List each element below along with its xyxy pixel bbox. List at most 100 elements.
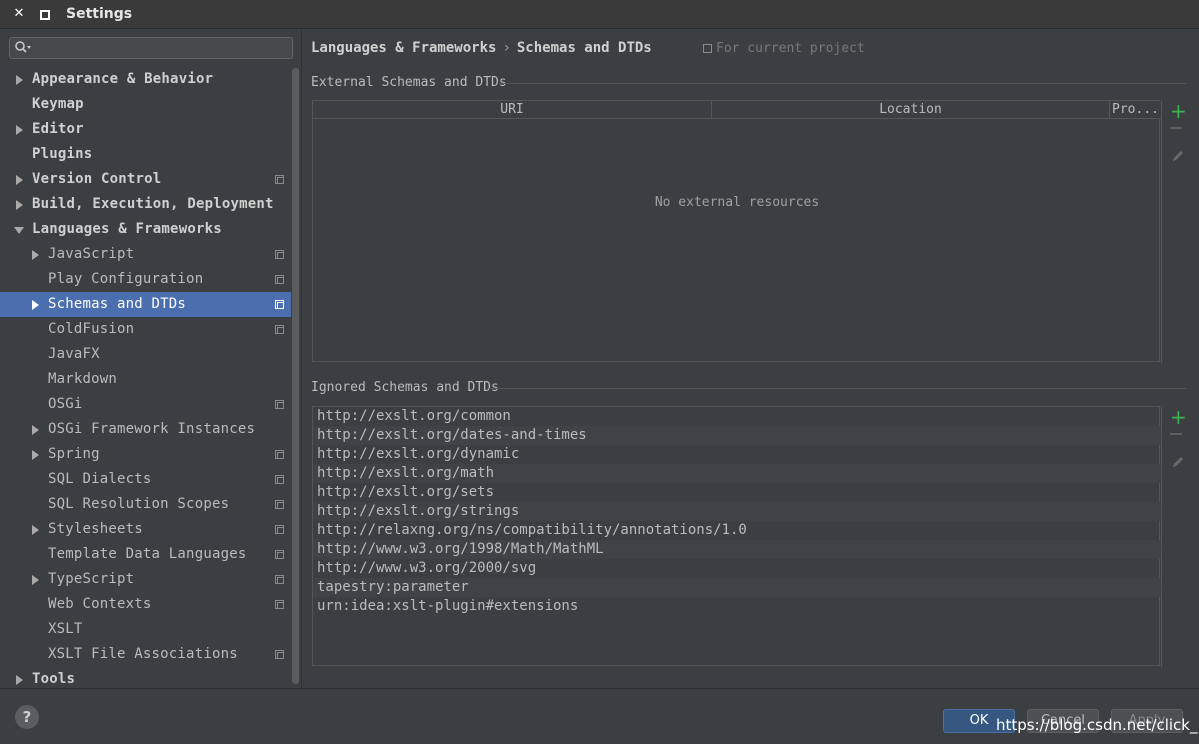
sidebar-item-label: Build, Execution, Deployment bbox=[32, 196, 274, 212]
external-table-header: URI Location Pro... bbox=[313, 101, 1161, 119]
list-item[interactable]: http://exslt.org/common bbox=[313, 407, 1161, 426]
external-table-toolbar: + bbox=[1161, 101, 1193, 363]
search-icon[interactable] bbox=[14, 40, 32, 56]
sidebar-item[interactable]: Plugins bbox=[0, 142, 300, 167]
external-section-divider bbox=[499, 83, 1186, 84]
sidebar-item[interactable]: OSGi bbox=[0, 392, 300, 417]
project-scope-icon bbox=[275, 550, 284, 559]
list-item[interactable]: tapestry:parameter bbox=[313, 578, 1161, 597]
ignored-resources-list[interactable]: http://exslt.org/common http://exslt.org/… bbox=[312, 406, 1193, 667]
project-scope-icon bbox=[275, 600, 284, 609]
sidebar-item[interactable]: XSLT File Associations bbox=[0, 642, 300, 667]
sidebar-item[interactable]: Keymap bbox=[0, 92, 300, 117]
remove-icon[interactable] bbox=[1170, 433, 1182, 435]
list-item[interactable]: urn:idea:xslt-plugin#extensions bbox=[313, 597, 1161, 616]
breadcrumb-parent[interactable]: Languages & Frameworks bbox=[311, 40, 496, 56]
chevron-right-icon[interactable] bbox=[16, 125, 23, 135]
chevron-right-icon[interactable] bbox=[16, 200, 23, 210]
breadcrumb-current: Schemas and DTDs bbox=[516, 40, 652, 56]
sidebar-item[interactable]: Editor bbox=[0, 117, 300, 142]
sidebar-item-label: Languages & Frameworks bbox=[32, 221, 222, 237]
chevron-right-icon[interactable] bbox=[32, 425, 39, 435]
project-scope-icon bbox=[275, 525, 284, 534]
chevron-right-icon[interactable] bbox=[32, 575, 39, 585]
sidebar-item[interactable]: Markdown bbox=[0, 367, 300, 392]
list-item[interactable]: http://exslt.org/dynamic bbox=[313, 445, 1161, 464]
sidebar-item[interactable]: TypeScript bbox=[0, 567, 300, 592]
project-scope-icon bbox=[703, 44, 712, 53]
sidebar-item-label: Version Control bbox=[32, 171, 162, 187]
sidebar-item[interactable]: ColdFusion bbox=[0, 317, 300, 342]
chevron-right-icon[interactable] bbox=[32, 450, 39, 460]
tree-scrollbar-thumb[interactable] bbox=[292, 68, 299, 684]
list-item[interactable]: http://exslt.org/dates-and-times bbox=[313, 426, 1161, 445]
chevron-down-icon[interactable] bbox=[14, 227, 24, 234]
ignored-list-toolbar: + bbox=[1161, 407, 1193, 667]
chevron-right-icon[interactable] bbox=[32, 250, 39, 260]
close-icon[interactable]: ✕ bbox=[11, 6, 27, 22]
project-scope-icon bbox=[275, 500, 284, 509]
scope-hint: For current project bbox=[703, 41, 865, 56]
list-item[interactable]: http://www.w3.org/1998/Math/MathML bbox=[313, 540, 1161, 559]
sidebar-item-label: Keymap bbox=[32, 96, 84, 112]
sidebar-item[interactable]: Web Contexts bbox=[0, 592, 300, 617]
watermark-text: https://blog.csdn.net/click_1 bbox=[996, 716, 1199, 734]
column-uri[interactable]: URI bbox=[313, 101, 712, 119]
sidebar-item[interactable]: JavaScript bbox=[0, 242, 300, 267]
sidebar-item-label: Template Data Languages bbox=[48, 546, 247, 562]
project-scope-icon bbox=[275, 250, 284, 259]
project-scope-icon bbox=[275, 325, 284, 334]
title-bar: ✕ Settings bbox=[0, 0, 1199, 29]
list-item[interactable]: http://exslt.org/sets bbox=[313, 483, 1161, 502]
sidebar-item[interactable]: OSGi Framework Instances bbox=[0, 417, 300, 442]
chevron-right-icon[interactable] bbox=[16, 175, 23, 185]
chevron-right-icon[interactable] bbox=[16, 675, 23, 685]
sidebar-item[interactable]: JavaFX bbox=[0, 342, 300, 367]
sidebar-item-label: Tools bbox=[32, 671, 76, 687]
sidebar-item[interactable]: XSLT bbox=[0, 617, 300, 642]
sidebar-item-label: XSLT File Associations bbox=[48, 646, 238, 662]
sidebar-item-label: Editor bbox=[32, 121, 84, 137]
empty-state-text: No external resources bbox=[654, 195, 820, 210]
tree-scrollbar[interactable] bbox=[291, 68, 300, 686]
chevron-right-icon[interactable] bbox=[32, 300, 39, 310]
list-item[interactable]: http://exslt.org/strings bbox=[313, 502, 1161, 521]
search-input[interactable] bbox=[9, 37, 293, 59]
column-project[interactable]: Pro... bbox=[1110, 101, 1161, 119]
sidebar-item[interactable]: Stylesheets bbox=[0, 517, 300, 542]
project-scope-icon bbox=[275, 300, 284, 309]
sidebar-item[interactable]: Spring bbox=[0, 442, 300, 467]
add-icon[interactable]: + bbox=[1170, 101, 1187, 121]
edit-icon[interactable] bbox=[1171, 455, 1185, 469]
column-location[interactable]: Location bbox=[712, 101, 1110, 119]
remove-icon[interactable] bbox=[1170, 127, 1182, 129]
sidebar-item[interactable]: SQL Dialects bbox=[0, 467, 300, 492]
sidebar-item[interactable]: Version Control bbox=[0, 167, 300, 192]
ignored-section-title: Ignored Schemas and DTDs bbox=[311, 380, 499, 395]
sidebar-item[interactable]: Languages & Frameworks bbox=[0, 217, 300, 242]
sidebar-item-label: OSGi bbox=[48, 396, 83, 412]
external-resources-table[interactable]: URI Location Pro... No external resource… bbox=[312, 100, 1193, 363]
ignored-section-divider bbox=[489, 388, 1186, 389]
sidebar-item[interactable]: Appearance & Behavior bbox=[0, 67, 300, 92]
sidebar-item-label: Spring bbox=[48, 446, 100, 462]
sidebar-item[interactable]: Play Configuration bbox=[0, 267, 300, 292]
help-icon[interactable]: ? bbox=[15, 705, 39, 729]
chevron-right-icon[interactable] bbox=[16, 75, 23, 85]
list-item[interactable]: http://relaxng.org/ns/compatibility/anno… bbox=[313, 521, 1161, 540]
sidebar-item[interactable]: SQL Resolution Scopes bbox=[0, 492, 300, 517]
list-item[interactable]: http://www.w3.org/2000/svg bbox=[313, 559, 1161, 578]
dialog-footer: ? OK Cancel Apply https://blog.csdn.net/… bbox=[0, 688, 1199, 744]
sidebar-item[interactable]: Template Data Languages bbox=[0, 542, 300, 567]
add-icon[interactable]: + bbox=[1170, 407, 1187, 427]
sidebar-item-label: TypeScript bbox=[48, 571, 135, 587]
sidebar-item[interactable]: Schemas and DTDs bbox=[0, 292, 300, 317]
maximize-icon[interactable] bbox=[36, 6, 52, 22]
list-item[interactable]: http://exslt.org/math bbox=[313, 464, 1161, 483]
chevron-right-icon[interactable] bbox=[32, 525, 39, 535]
sidebar-item[interactable]: Build, Execution, Deployment bbox=[0, 192, 300, 217]
sidebar-item-label: Play Configuration bbox=[48, 271, 204, 287]
edit-icon[interactable] bbox=[1171, 149, 1185, 163]
sidebar-item-label: SQL Dialects bbox=[48, 471, 152, 487]
external-section-title: External Schemas and DTDs bbox=[311, 75, 507, 90]
